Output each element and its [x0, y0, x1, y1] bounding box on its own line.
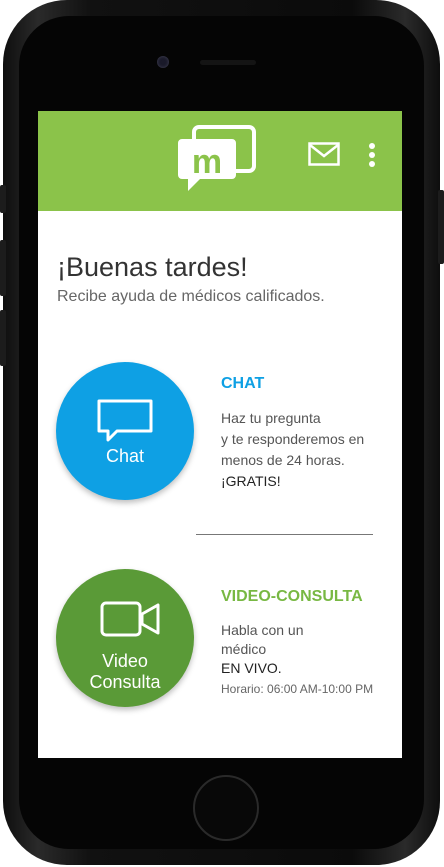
overflow-menu-icon[interactable]	[368, 143, 376, 167]
power-button	[438, 190, 444, 264]
mute-switch	[0, 185, 6, 213]
volume-down-button	[0, 310, 6, 366]
video-consult-button[interactable]: Video Consulta	[56, 569, 194, 707]
chat-line-1: Haz tu pregunta	[221, 410, 321, 426]
app-screen: m ¡Buenas tardes! Recibe ayuda de médico…	[38, 111, 402, 758]
front-camera	[157, 56, 169, 68]
greeting-heading: ¡Buenas tardes!	[57, 252, 248, 282]
video-button-label-line2: Consulta	[89, 672, 161, 692]
video-live-label: EN VIVO.	[221, 660, 282, 676]
video-line-2: médico	[221, 641, 267, 657]
home-button[interactable]	[193, 775, 259, 841]
chat-line-2: y te responderemos en	[221, 431, 365, 447]
video-title: VIDEO-CONSULTA	[221, 588, 363, 605]
earpiece-speaker	[200, 60, 256, 65]
video-button-label-line1: Video	[102, 651, 148, 671]
chat-button[interactable]: Chat	[56, 362, 194, 500]
chat-line-3: menos de 24 horas.	[221, 452, 345, 468]
chat-title: CHAT	[221, 375, 265, 392]
app-bar: m	[38, 111, 402, 211]
chat-free-label: ¡GRATIS!	[221, 473, 281, 489]
logo-letter: m	[192, 143, 222, 181]
chat-button-label: Chat	[105, 446, 145, 466]
video-camera-icon	[100, 601, 160, 637]
mail-icon[interactable]	[308, 142, 340, 166]
video-line-1: Habla con un	[221, 622, 304, 638]
subtitle-text: Recibe ayuda de médicos calificados.	[57, 288, 325, 305]
volume-up-button	[0, 240, 6, 296]
video-hours: Horario: 06:00 AM-10:00 PM	[221, 682, 374, 696]
logo-icon[interactable]: m	[176, 125, 256, 195]
chat-bubble-icon	[97, 399, 153, 442]
section-divider	[196, 534, 373, 535]
